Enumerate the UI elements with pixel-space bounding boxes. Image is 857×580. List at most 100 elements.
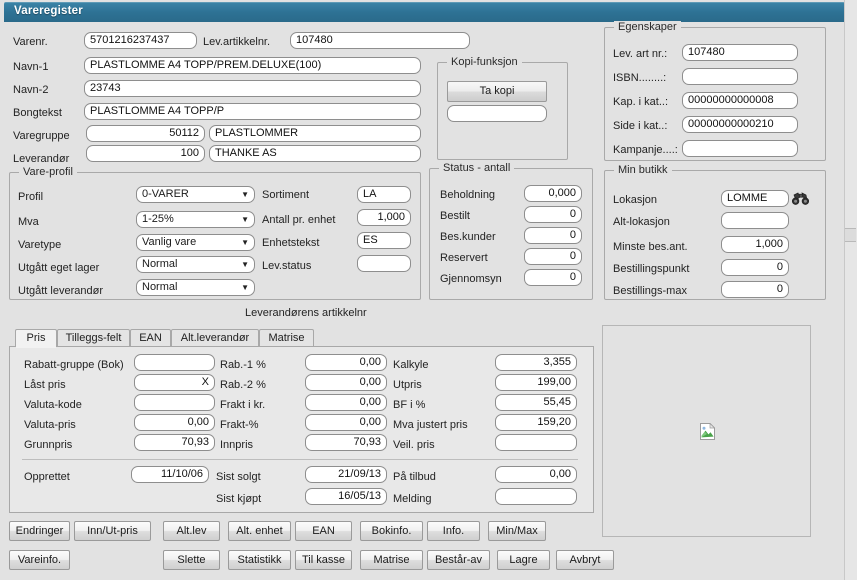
sist-solgt-input[interactable]: 21/09/13 [305, 466, 387, 483]
rabatt-gruppe-input[interactable] [134, 354, 215, 371]
sortiment-input[interactable]: LA [357, 186, 411, 203]
binoculars-icon[interactable] [791, 190, 811, 207]
mva-justert-pris-label: Mva justert pris [393, 419, 468, 431]
matrise-button[interactable]: Matrise [360, 550, 423, 570]
kopi-funksjon-input[interactable] [447, 105, 547, 122]
alt-lokasjon-input[interactable] [721, 212, 789, 229]
navn2-input[interactable]: 23743 [84, 80, 421, 97]
innpris-input[interactable]: 70,93 [305, 434, 387, 451]
bestillingspunkt-input[interactable]: 0 [721, 259, 789, 276]
veil-pris-input[interactable] [495, 434, 577, 451]
min-max-button[interactable]: Min/Max [488, 521, 546, 541]
egenskaper-caption: Egenskaper [614, 21, 681, 33]
profil-select[interactable]: 0-VARER ▼ [136, 186, 255, 203]
chevron-down-icon: ▼ [241, 260, 249, 269]
varenr-input[interactable]: 5701216237437 [84, 32, 197, 49]
bokinfo-button[interactable]: Bokinfo. [360, 521, 423, 541]
alt-lev-button[interactable]: Alt.lev [163, 521, 220, 541]
kap-i-kat-input[interactable]: 00000000000008 [682, 92, 798, 109]
kampanje-input[interactable] [682, 140, 798, 157]
mva-justert-pris-input[interactable]: 159,20 [495, 414, 577, 431]
lev-status-input[interactable] [357, 255, 411, 272]
tab-alt-leverandor[interactable]: Alt.leverandør [171, 329, 259, 347]
slette-button[interactable]: Slette [163, 550, 220, 570]
profil-label: Profil [18, 191, 44, 203]
til-kasse-button[interactable]: Til kasse [295, 550, 352, 570]
frakt-i-kr-input[interactable]: 0,00 [305, 394, 387, 411]
enhetstekst-label: Enhetstekst [262, 237, 320, 249]
sist-kjopt-input[interactable]: 16/05/13 [305, 488, 387, 505]
bestar-av-button[interactable]: Består-av [427, 550, 490, 570]
lev-art-nr-input[interactable]: 107480 [682, 44, 798, 61]
minste-bes-ant-input[interactable]: 1,000 [721, 236, 789, 253]
pa-tilbud-label: På tilbud [393, 471, 436, 483]
info-button[interactable]: Info. [427, 521, 480, 541]
utgatt-leverandor-select[interactable]: Normal ▼ [136, 279, 255, 296]
bestilt-input[interactable]: 0 [524, 206, 582, 223]
rab2-input[interactable]: 0,00 [305, 374, 387, 391]
window-titlebar: Vareregister [4, 2, 845, 22]
utpris-input[interactable]: 199,00 [495, 374, 577, 391]
valuta-kode-input[interactable] [134, 394, 215, 411]
lagre-button[interactable]: Lagre [497, 550, 550, 570]
isbn-input[interactable] [682, 68, 798, 85]
veil-pris-label: Veil. pris [393, 439, 435, 451]
scroll-thumb-marker[interactable] [845, 228, 856, 242]
tab-ean[interactable]: EAN [130, 329, 171, 347]
ta-kopi-button[interactable]: Ta kopi [447, 81, 547, 102]
opprettet-input[interactable]: 11/10/06 [131, 466, 209, 483]
grunnpris-input[interactable]: 70,93 [134, 434, 215, 451]
valuta-pris-input[interactable]: 0,00 [134, 414, 215, 431]
antall-pr-enhet-input[interactable]: 1,000 [357, 209, 411, 226]
reservert-input[interactable]: 0 [524, 248, 582, 265]
utgatt-leverandor-label: Utgått leverandør [18, 285, 103, 297]
varegruppe-code-input[interactable]: 50112 [86, 125, 205, 142]
tab-matrise[interactable]: Matrise [259, 329, 314, 347]
inn-ut-pris-button[interactable]: Inn/Ut-pris [74, 521, 151, 541]
avbryt-button[interactable]: Avbryt [556, 550, 614, 570]
frakt-pct-input[interactable]: 0,00 [305, 414, 387, 431]
varetype-select[interactable]: Vanlig vare ▼ [136, 234, 255, 251]
navn1-input[interactable]: PLASTLOMME A4 TOPP/PREM.DELUXE(100) [84, 57, 421, 74]
tab-tilleggs-felt[interactable]: Tilleggs-felt [57, 329, 130, 347]
alt-lokasjon-label: Alt-lokasjon [613, 216, 670, 228]
gjennomsyn-label: Gjennomsyn [440, 273, 502, 285]
utgatt-eget-lager-select[interactable]: Normal ▼ [136, 256, 255, 273]
bes-kunder-input[interactable]: 0 [524, 227, 582, 244]
enhetstekst-input[interactable]: ES [357, 232, 411, 249]
bongtekst-input[interactable]: PLASTLOMME A4 TOPP/P [84, 103, 421, 120]
endringer-button[interactable]: Endringer [9, 521, 70, 541]
melding-input[interactable] [495, 488, 577, 505]
ean-button[interactable]: EAN [295, 521, 352, 541]
statistikk-button[interactable]: Statistikk [228, 550, 291, 570]
leverandor-code-input[interactable]: 100 [86, 145, 205, 162]
window-title: Vareregister [14, 5, 83, 17]
isbn-label: ISBN........: [613, 72, 667, 84]
last-pris-input[interactable]: X [134, 374, 215, 391]
vareregister-window: Vareregister Varenr. 5701216237437 Lev.a… [0, 0, 857, 580]
side-i-kat-input[interactable]: 00000000000210 [682, 116, 798, 133]
leverandor-name-input[interactable]: THANKE AS [209, 145, 421, 162]
lokasjon-input[interactable]: LOMME [721, 190, 789, 207]
bf-pct-input[interactable]: 55,45 [495, 394, 577, 411]
bf-pct-label: BF i % [393, 399, 426, 411]
pa-tilbud-input[interactable]: 0,00 [495, 466, 577, 483]
mva-select[interactable]: 1-25% ▼ [136, 211, 255, 228]
leverandor-label: Leverandør [13, 153, 70, 165]
bestillings-max-label: Bestillings-max [613, 285, 687, 297]
frakt-i-kr-label: Frakt i kr. [220, 399, 266, 411]
vareinfo-button[interactable]: Vareinfo. [9, 550, 70, 570]
utpris-label: Utpris [393, 379, 422, 391]
gjennomsyn-input[interactable]: 0 [524, 269, 582, 286]
lev-artikkelnr-input[interactable]: 107480 [290, 32, 470, 49]
bes-kunder-label: Bes.kunder [440, 231, 496, 243]
rab1-input[interactable]: 0,00 [305, 354, 387, 371]
alt-enhet-button[interactable]: Alt. enhet [228, 521, 291, 541]
kopi-funksjon-caption: Kopi-funksjon [447, 56, 522, 68]
beholdning-input[interactable]: 0,000 [524, 185, 582, 202]
kalkyle-input[interactable]: 3,355 [495, 354, 577, 371]
utgatt-eget-lager-value: Normal [142, 258, 178, 270]
side-i-kat-label: Side i kat..: [613, 120, 668, 132]
bestillings-max-input[interactable]: 0 [721, 281, 789, 298]
varegruppe-name-input[interactable]: PLASTLOMMER [209, 125, 421, 142]
